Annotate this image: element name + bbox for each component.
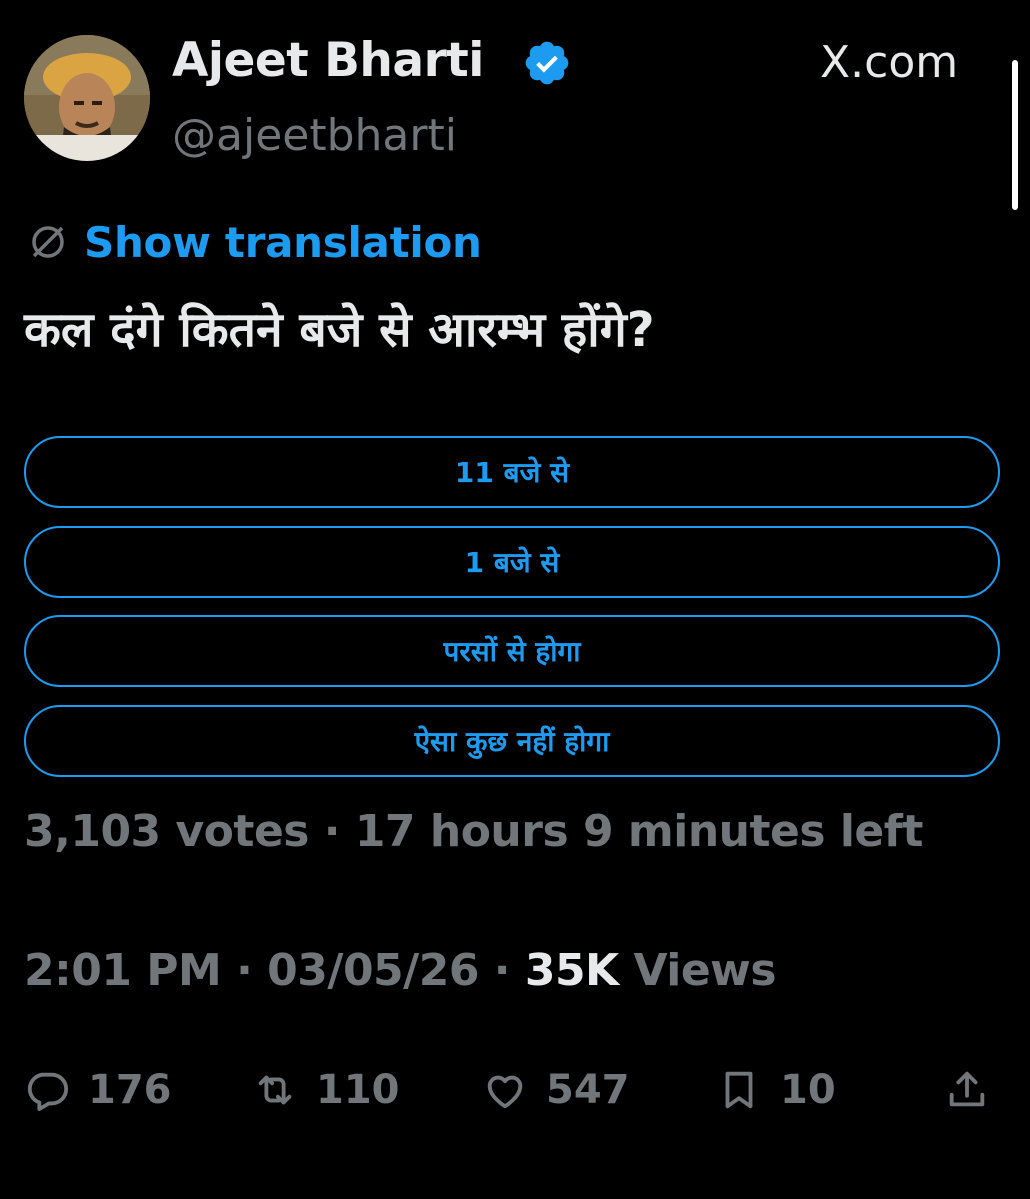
tweet-timestamp: 2:01 PM · 03/05/26 · 35K Views	[24, 945, 777, 996]
poll-meta: 3,103 votes · 17 hours 9 minutes left	[24, 806, 923, 857]
user-name[interactable]: Ajeet Bharti	[172, 33, 484, 88]
bookmark-button[interactable]: 10	[716, 1058, 836, 1122]
heart-icon	[487, 1075, 523, 1109]
show-translation-link[interactable]: Show translation	[84, 218, 482, 267]
poll-option-label: ऐसा कुछ नहीं होगा	[414, 725, 610, 758]
tweet-text: कल दंगे कितने बजे से आरम्भ होंगे?	[24, 302, 655, 358]
bookmark-icon	[725, 1071, 753, 1109]
like-count: 547	[546, 1067, 630, 1113]
repost-icon	[258, 1075, 292, 1105]
reply-icon	[27, 1072, 69, 1112]
translate-globe-icon	[32, 226, 64, 258]
repost-count: 110	[316, 1067, 400, 1113]
user-handle[interactable]: @ajeetbharti	[172, 110, 457, 161]
action-bar: 176 110 547 10	[24, 1058, 1004, 1122]
site-label: X.com	[820, 37, 959, 88]
repost-button[interactable]: 110	[252, 1058, 400, 1122]
poll-option-label: 11 बजे से	[454, 456, 570, 489]
bookmark-count: 10	[780, 1067, 836, 1113]
show-translation-row[interactable]: Show translation	[28, 214, 482, 270]
poll-option-1[interactable]: 11 बजे से	[24, 436, 1000, 508]
like-button[interactable]: 547	[482, 1058, 630, 1122]
views-count: 35K	[524, 945, 619, 996]
poll-option-4[interactable]: ऐसा कुछ नहीं होगा	[24, 705, 1000, 777]
poll-option-label: 1 बजे से	[464, 546, 560, 579]
tweet-time[interactable]: 2:01 PM · 03/05/26 ·	[24, 945, 525, 996]
poll-option-2[interactable]: 1 बजे से	[24, 526, 1000, 598]
verified-badge-icon	[525, 41, 569, 85]
avatar[interactable]	[24, 35, 150, 161]
share-icon	[949, 1071, 985, 1107]
reply-count: 176	[88, 1067, 172, 1113]
share-button[interactable]	[944, 1058, 990, 1122]
scrollbar[interactable]	[1012, 60, 1018, 210]
poll-option-label: परसों से होगा	[443, 635, 581, 668]
poll-option-3[interactable]: परसों से होगा	[24, 615, 1000, 687]
views-label: Views	[618, 945, 777, 996]
reply-button[interactable]: 176	[24, 1058, 172, 1122]
